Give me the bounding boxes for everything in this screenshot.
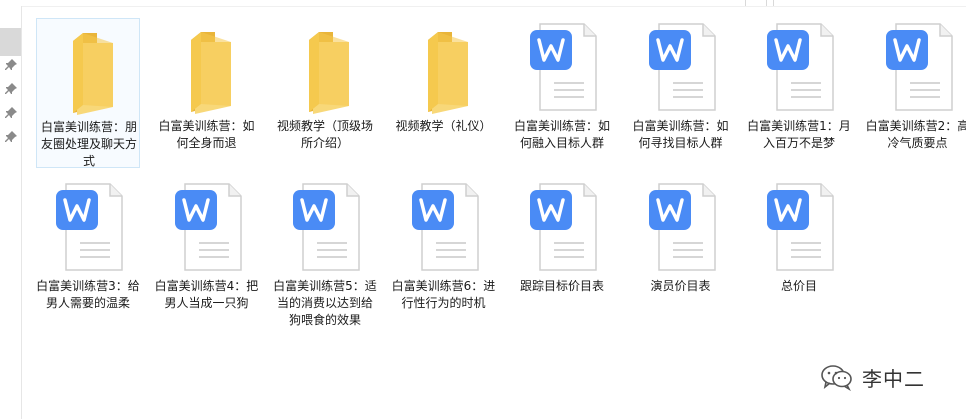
folder-item[interactable]: 视频教学（顶级场所介绍） (273, 18, 377, 168)
wps-document-icon (155, 178, 259, 278)
file-name-label: 白富美训练营2：高冷气质要点 (865, 119, 966, 150)
file-item[interactable]: 白富美训练营：如何寻找目标人群 (629, 18, 733, 168)
wps-document-icon (392, 178, 496, 278)
folder-icon (273, 18, 377, 118)
file-item[interactable]: 演员价目表 (629, 178, 733, 328)
file-item[interactable]: 白富美训练营1：月入百万不是梦 (747, 18, 851, 168)
wps-document-icon (510, 18, 614, 118)
file-item[interactable]: 白富美训练营2：高冷气质要点 (866, 18, 966, 168)
file-name-label: 总价目 (780, 279, 817, 293)
file-item[interactable]: 白富美训练营3：给男人需要的温柔 (36, 178, 140, 328)
file-name-label: 白富美训练营4：把男人当成一只狗 (154, 279, 259, 310)
folder-item[interactable]: 白富美训练营：朋友圈处理及聊天方式 (36, 18, 140, 168)
file-name-label: 白富美训练营1：月入百万不是梦 (747, 119, 851, 150)
folder-item[interactable]: 视频教学（礼仪） (392, 18, 496, 168)
wps-document-icon (629, 18, 733, 118)
file-item[interactable]: 白富美训练营6：进行性行为的时机 (392, 178, 496, 328)
nav-selected-item[interactable] (0, 28, 21, 56)
file-name-label: 白富美训练营3：给男人需要的温柔 (36, 279, 140, 310)
pin-icon[interactable] (4, 130, 18, 144)
wps-document-icon (866, 18, 966, 118)
folder-icon (155, 18, 259, 118)
wps-document-icon (747, 18, 851, 118)
wechat-icon (821, 365, 852, 391)
file-name-label: 白富美训练营：如何寻找目标人群 (632, 119, 729, 150)
file-name-label: 白富美训练营：朋友圈处理及聊天方式 (40, 120, 137, 168)
file-name-label: 白富美训练营：如何融入目标人群 (513, 119, 610, 150)
pin-icon[interactable] (4, 106, 18, 120)
file-view: 白富美训练营：朋友圈处理及聊天方式 白富美训练营：如何全身而退 视频教学（顶级场… (22, 6, 966, 419)
folder-icon (392, 18, 496, 118)
wps-document-icon (747, 178, 851, 278)
pin-icon[interactable] (4, 82, 18, 96)
watermark-text: 李中二 (862, 366, 925, 391)
file-name-label: 演员价目表 (650, 279, 711, 293)
folder-item[interactable]: 白富美训练营：如何全身而退 (155, 18, 259, 168)
folder-icon (37, 19, 141, 119)
wps-document-icon (510, 178, 614, 278)
file-name-label: 白富美训练营6：进行性行为的时机 (391, 279, 496, 310)
file-item[interactable]: 跟踪目标价目表 (510, 178, 614, 328)
file-name-label: 白富美训练营：如何全身而退 (158, 119, 255, 150)
wps-document-icon (273, 178, 377, 278)
file-item[interactable]: 白富美训练营：如何融入目标人群 (510, 18, 614, 168)
wps-document-icon (629, 178, 733, 278)
watermark: 李中二 (820, 362, 925, 392)
wps-document-icon (36, 178, 140, 278)
file-item[interactable]: 总价目 (747, 178, 851, 328)
file-name-label: 视频教学（顶级场所介绍） (276, 119, 373, 150)
file-item[interactable]: 白富美训练营5：适当的消费以达到给狗喂食的效果 (273, 178, 377, 328)
file-name-label: 视频教学（礼仪） (395, 119, 492, 133)
file-name-label: 跟踪目标价目表 (519, 279, 604, 293)
navigation-pane[interactable] (0, 6, 22, 419)
file-item[interactable]: 白富美训练营4：把男人当成一只狗 (155, 178, 259, 328)
file-name-label: 白富美训练营5：适当的消费以达到给狗喂食的效果 (273, 279, 377, 327)
pin-icon[interactable] (4, 58, 18, 72)
